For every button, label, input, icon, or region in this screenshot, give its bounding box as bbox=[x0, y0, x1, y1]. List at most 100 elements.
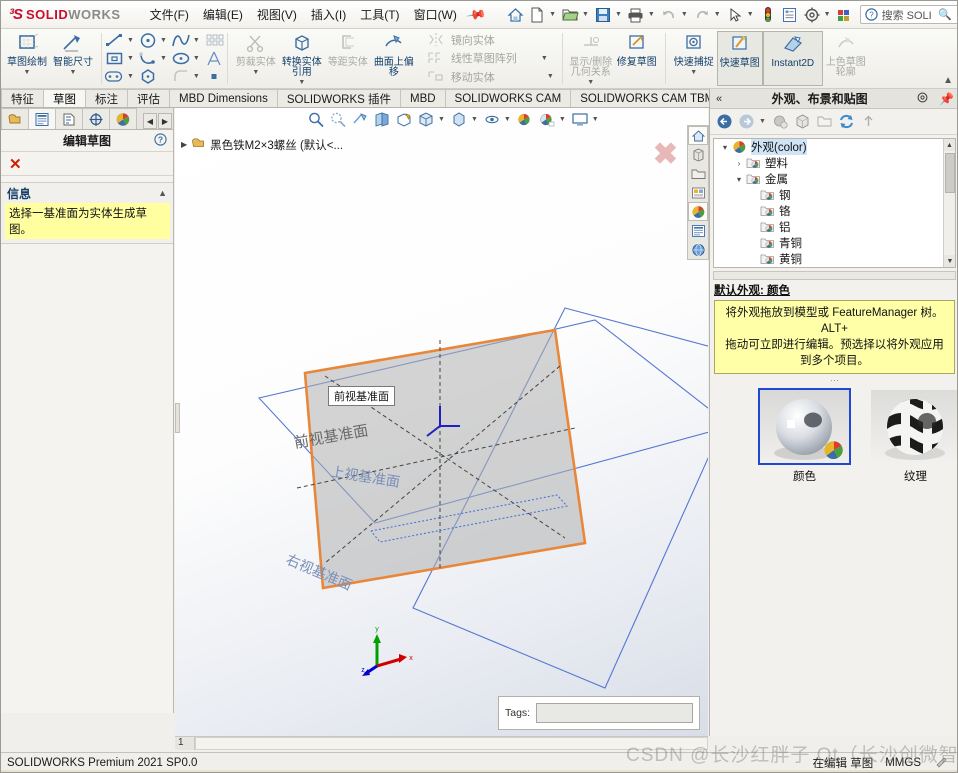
polygon-icon[interactable] bbox=[137, 68, 159, 85]
file-properties-icon[interactable] bbox=[779, 4, 801, 26]
tags-input[interactable] bbox=[536, 703, 693, 723]
chevron-down-icon[interactable]: ▼ bbox=[747, 11, 754, 18]
help-icon[interactable]: ? bbox=[154, 132, 167, 149]
menu-item-insert[interactable]: 插入(I) bbox=[304, 3, 353, 26]
up-arrow-icon[interactable] bbox=[859, 112, 879, 132]
chevron-down-icon[interactable]: ▾ bbox=[718, 143, 732, 152]
solidworks-resources-tab[interactable] bbox=[688, 126, 708, 145]
texture-thumbnail[interactable] bbox=[869, 388, 957, 465]
graphics-area[interactable]: ▼ ▼ ▼ ▼ ▼ ▶ 黑色铁M2×3螺丝 (默认<... ✖ 前视基准面 上视… bbox=[175, 108, 708, 736]
linear-sketch-pattern-button[interactable]: 线性草图阵列 ▼ bbox=[426, 49, 557, 67]
chevron-down-icon[interactable]: ▼ bbox=[127, 55, 134, 62]
tree-node-metals[interactable]: ▾ 金属 bbox=[714, 171, 955, 187]
tab-features[interactable]: 特征 bbox=[1, 89, 44, 107]
chevron-down-icon[interactable]: ▼ bbox=[824, 11, 831, 18]
status-units[interactable]: MMGS bbox=[885, 757, 935, 769]
menu-item-edit[interactable]: 编辑(E) bbox=[196, 3, 250, 26]
chevron-down-icon[interactable]: ▼ bbox=[24, 69, 31, 76]
slot-icon[interactable] bbox=[104, 68, 126, 85]
chevron-down-icon[interactable]: ▼ bbox=[648, 11, 655, 18]
chevron-down-icon[interactable]: ▼ bbox=[298, 79, 305, 86]
home-icon[interactable] bbox=[504, 4, 526, 26]
text-icon[interactable] bbox=[203, 50, 225, 67]
sketch-fillet-icon[interactable] bbox=[170, 68, 192, 85]
scroll-track[interactable] bbox=[195, 737, 708, 750]
tree-node-steel[interactable]: 钢 bbox=[714, 187, 955, 203]
appearances-scenes-tab[interactable] bbox=[688, 202, 708, 221]
print-icon[interactable] bbox=[625, 4, 647, 26]
chevron-right-icon[interactable]: › bbox=[732, 159, 746, 168]
appearance-tree[interactable]: ▾ 外观(color) › 塑料 ▾ 金属 钢 铬 铝 青铜 黄铜 ▲ ▼ bbox=[713, 138, 956, 268]
chevron-up-icon[interactable]: ▲ bbox=[158, 188, 167, 198]
tab-configuration-manager[interactable] bbox=[55, 108, 83, 129]
shaded-sketch-contours-button[interactable]: 上色草图轮廓 bbox=[823, 31, 869, 86]
chevron-down-icon[interactable]: ▼ bbox=[549, 11, 556, 18]
scroll-up-icon[interactable]: ▲ bbox=[944, 139, 955, 151]
tree-node-aluminum[interactable]: 铝 bbox=[714, 219, 955, 235]
tab-markup[interactable]: 标注 bbox=[85, 89, 128, 107]
folder-icon[interactable] bbox=[815, 112, 835, 132]
custom-properties-tab[interactable] bbox=[688, 221, 708, 240]
information-header[interactable]: 信息 ▲ bbox=[1, 183, 173, 203]
linear-pattern-icon[interactable] bbox=[203, 32, 225, 49]
tree-node-copper[interactable]: 红铜 bbox=[714, 267, 955, 268]
spline-icon[interactable] bbox=[170, 32, 192, 49]
view-palette-tab[interactable] bbox=[688, 183, 708, 202]
scroll-down-icon[interactable]: ▼ bbox=[944, 255, 955, 267]
gallery-item-texture[interactable]: 纹理 bbox=[869, 388, 957, 484]
redo-icon[interactable] bbox=[691, 4, 713, 26]
chevron-right-icon[interactable]: ▶ bbox=[158, 113, 172, 129]
menu-item-file[interactable]: 文件(F) bbox=[143, 3, 196, 26]
pushpin-icon[interactable]: 📌 bbox=[934, 92, 957, 106]
graphics-horizontal-scrollbar[interactable]: 1 bbox=[175, 736, 708, 750]
gear-icon[interactable] bbox=[911, 91, 934, 107]
forward-arrow-icon[interactable] bbox=[736, 112, 756, 132]
front-plane-selected[interactable] bbox=[303, 328, 587, 590]
refresh-icon[interactable] bbox=[837, 112, 857, 132]
chevron-down-icon[interactable]: ▼ bbox=[582, 11, 589, 18]
chevron-down-icon[interactable]: ▼ bbox=[252, 69, 259, 76]
tab-solidworks-cam[interactable]: SOLIDWORKS CAM bbox=[444, 89, 572, 107]
search-box[interactable]: ? 搜索 SOLI 🔍 ▼ bbox=[859, 5, 957, 24]
select-arrow-icon[interactable] bbox=[724, 4, 746, 26]
trim-entities-button[interactable]: 剪裁实体 ▼ bbox=[233, 31, 279, 86]
chevron-down-icon[interactable]: ▼ bbox=[759, 118, 766, 125]
tab-mbd[interactable]: MBD bbox=[399, 89, 446, 107]
tab-evaluate[interactable]: 评估 bbox=[127, 89, 170, 107]
chevron-down-icon[interactable]: ▼ bbox=[127, 73, 134, 80]
back-arrow-icon[interactable] bbox=[714, 112, 734, 132]
offset-on-surface-button[interactable]: 曲面上偏移 bbox=[371, 31, 417, 86]
tree-node-bronze[interactable]: 青铜 bbox=[714, 235, 955, 251]
tree-horizontal-scrollbar[interactable] bbox=[713, 271, 956, 280]
chevron-up-icon[interactable]: ▲ bbox=[943, 75, 953, 86]
chevron-down-icon[interactable]: ▼ bbox=[681, 11, 688, 18]
design-library-tab[interactable] bbox=[688, 145, 708, 164]
offset-entities-button[interactable]: 等距实体 bbox=[325, 31, 371, 86]
rebuild-traffic-light-icon[interactable] bbox=[757, 4, 779, 26]
circle-icon[interactable] bbox=[137, 32, 159, 49]
tree-node-appearance-root[interactable]: ▾ 外观(color) bbox=[714, 139, 955, 155]
tab-solidworks-cam-tbm[interactable]: SOLIDWORKS CAM TBM bbox=[570, 89, 725, 107]
chevron-left-icon[interactable]: ◀ bbox=[143, 113, 157, 129]
line-icon[interactable] bbox=[104, 32, 126, 49]
chevron-down-icon[interactable]: ▼ bbox=[690, 69, 697, 76]
tree-node-chrome[interactable]: 铬 bbox=[714, 203, 955, 219]
repair-sketch-button[interactable]: 修复草图 bbox=[614, 31, 660, 86]
chevron-down-icon[interactable]: ▼ bbox=[193, 73, 200, 80]
display-delete-relations-button[interactable]: 显示/删除几何关系 ▼ bbox=[568, 31, 614, 86]
chevron-down-icon[interactable]: ▼ bbox=[615, 11, 622, 18]
chevron-down-icon[interactable]: ▼ bbox=[547, 73, 554, 80]
task-pane-splitter[interactable]: ⋯ bbox=[710, 375, 957, 385]
tree-node-plastics[interactable]: › 塑料 bbox=[714, 155, 955, 171]
ellipse-icon[interactable] bbox=[170, 50, 192, 67]
move-entities-button[interactable]: 移动实体 ▼ bbox=[426, 68, 557, 86]
chevron-down-icon[interactable]: ▼ bbox=[193, 37, 200, 44]
content-central-tab[interactable] bbox=[688, 240, 708, 259]
open-folder-icon[interactable] bbox=[559, 4, 581, 26]
new-document-icon[interactable] bbox=[526, 4, 548, 26]
instant2d-button[interactable]: Instant2D bbox=[762, 31, 823, 86]
chevron-down-icon[interactable]: ▼ bbox=[160, 37, 167, 44]
tab-feature-manager[interactable] bbox=[1, 108, 29, 129]
rapid-sketch-button[interactable]: 快速草图 bbox=[716, 31, 763, 86]
tab-solidworks-addins[interactable]: SOLIDWORKS 插件 bbox=[276, 89, 401, 107]
